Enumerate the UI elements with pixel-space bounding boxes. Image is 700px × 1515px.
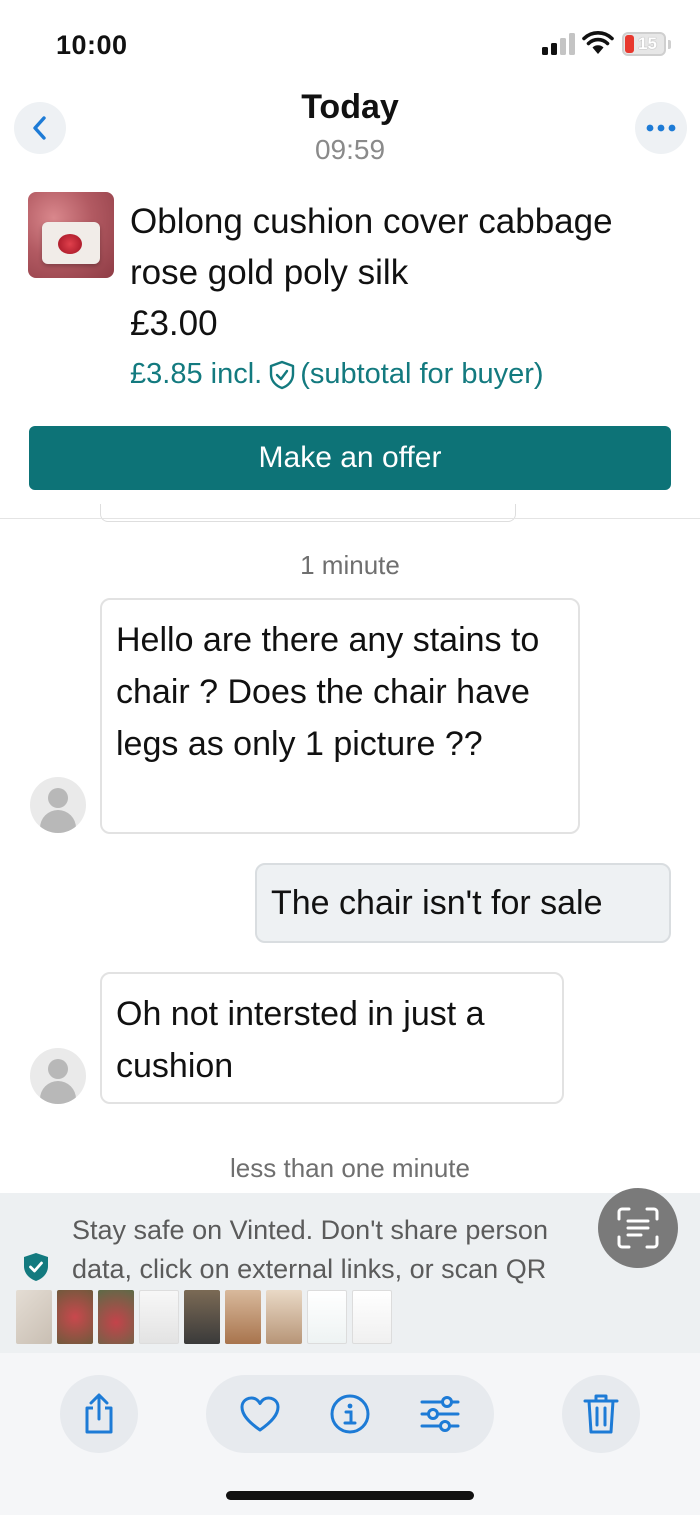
photo-thumbnail[interactable] bbox=[352, 1290, 392, 1344]
trash-icon bbox=[583, 1394, 619, 1434]
share-button[interactable] bbox=[60, 1375, 138, 1453]
total-price-note: (subtotal for buyer) bbox=[300, 358, 544, 390]
photo-thumbnail[interactable] bbox=[57, 1290, 93, 1344]
buyer-avatar[interactable] bbox=[30, 777, 86, 833]
status-bar: 10:00 15 bbox=[0, 0, 700, 80]
battery-icon: 15 bbox=[622, 32, 666, 56]
info-icon bbox=[330, 1394, 370, 1434]
adjust-icon bbox=[420, 1396, 460, 1432]
photo-thumbnail[interactable] bbox=[225, 1290, 261, 1344]
photo-thumbnail[interactable] bbox=[266, 1290, 302, 1344]
previous-message-edge bbox=[100, 504, 516, 522]
photo-thumbnail[interactable] bbox=[16, 1290, 52, 1344]
message-bubble-received: Hello are there any stains to chair ? Do… bbox=[100, 598, 580, 834]
shield-check-icon bbox=[24, 1253, 48, 1281]
battery-level: 15 bbox=[638, 34, 657, 53]
status-time: 10:00 bbox=[56, 30, 128, 60]
photo-thumbnail[interactable] bbox=[98, 1290, 134, 1344]
delete-button[interactable] bbox=[562, 1375, 640, 1453]
item-thumbnail[interactable] bbox=[28, 192, 114, 278]
conversation-date: Today bbox=[301, 88, 399, 126]
heart-icon bbox=[240, 1396, 280, 1432]
info-button[interactable] bbox=[328, 1392, 372, 1436]
item-title[interactable]: Oblong cushion cover cabbage rose gold p… bbox=[130, 196, 670, 298]
item-price: £3.00 bbox=[130, 304, 218, 343]
conversation-time: 09:59 bbox=[314, 134, 386, 165]
recent-photos-strip[interactable] bbox=[16, 1290, 392, 1344]
safety-line-2: data, click on external links, or scan Q… bbox=[72, 1254, 547, 1284]
more-options-button[interactable] bbox=[635, 102, 687, 154]
adjust-button[interactable] bbox=[418, 1392, 462, 1436]
message-timestamp: less than one minute bbox=[230, 1153, 470, 1183]
photo-thumbnail[interactable] bbox=[184, 1290, 220, 1344]
share-icon bbox=[85, 1393, 113, 1434]
wifi-icon bbox=[582, 31, 614, 54]
scan-text-button[interactable] bbox=[598, 1188, 678, 1268]
message-bubble-received: Oh not intersted in just a cushion bbox=[100, 972, 564, 1104]
safety-line-1: Stay safe on Vinted. Don't share person bbox=[72, 1215, 548, 1245]
ellipsis-icon bbox=[646, 124, 676, 132]
photo-thumbnail[interactable] bbox=[139, 1290, 179, 1344]
scan-text-icon bbox=[617, 1207, 659, 1249]
favorite-button[interactable] bbox=[238, 1392, 282, 1436]
home-indicator[interactable] bbox=[226, 1491, 474, 1500]
item-total-price[interactable]: £3.85 incl. (subtotal for buyer) bbox=[130, 358, 544, 391]
message-bubble-sent: The chair isn't for sale bbox=[255, 863, 671, 943]
make-offer-button[interactable]: Make an offer bbox=[29, 426, 671, 490]
header-divider bbox=[0, 518, 700, 519]
buyer-avatar[interactable] bbox=[30, 1048, 86, 1104]
shield-check-icon bbox=[270, 360, 295, 389]
message-timestamp: 1 minute bbox=[300, 550, 400, 580]
safety-message: Stay safe on Vinted. Don't share person … bbox=[72, 1211, 632, 1289]
total-price-text: £3.85 incl. bbox=[130, 358, 263, 390]
cellular-signal-icon bbox=[542, 33, 576, 55]
photo-actions-group bbox=[206, 1375, 494, 1453]
photo-thumbnail[interactable] bbox=[307, 1290, 347, 1344]
